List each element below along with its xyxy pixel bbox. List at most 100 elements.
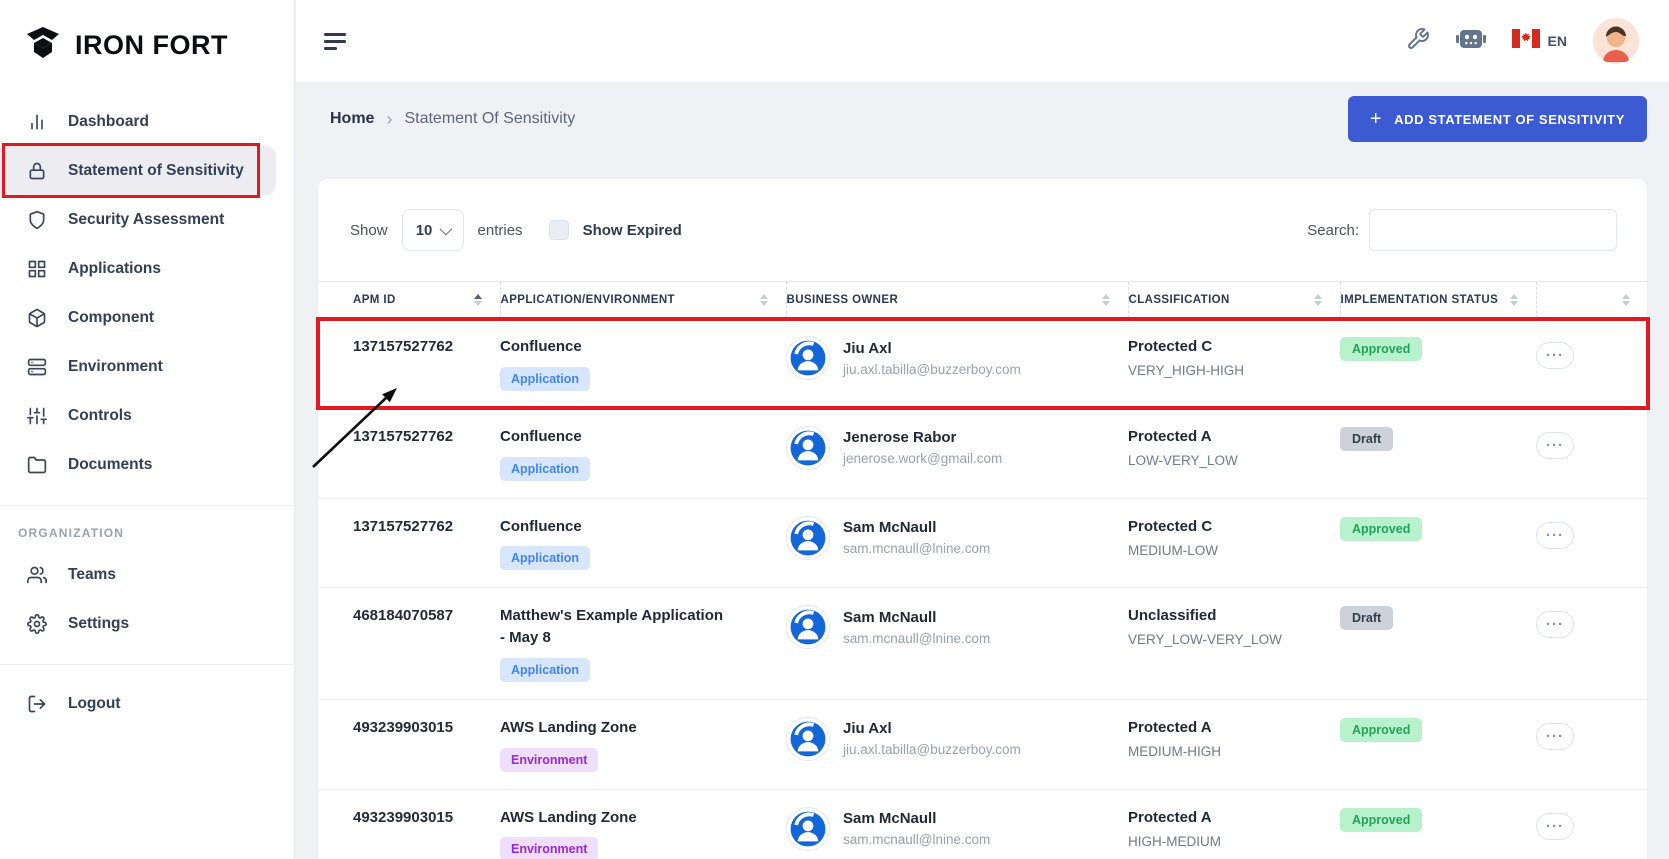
classification-level: MEDIUM-LOW xyxy=(1128,543,1330,558)
classification: Protected C xyxy=(1128,336,1330,355)
type-badge: Environment xyxy=(500,748,598,772)
wrench-icon[interactable] xyxy=(1406,27,1430,56)
owner-name: Sam McNaull xyxy=(843,609,990,626)
sort-icon[interactable] xyxy=(474,294,482,306)
sort-icon[interactable] xyxy=(1102,294,1110,306)
user-avatar[interactable] xyxy=(1593,18,1639,64)
sidebar-item-statement-of-sensitivity[interactable]: Statement of Sensitivity xyxy=(0,146,276,195)
show-label: Show xyxy=(350,222,388,239)
application-name: Matthew's Example Application - May 8 xyxy=(500,605,730,649)
business-owner-cell: Sam McNaull sam.mcnaull@lnine.com xyxy=(786,807,1118,851)
row-actions-button[interactable]: ··· xyxy=(1536,723,1574,750)
classification-level: VERY_LOW-VERY_LOW xyxy=(1128,632,1330,647)
sidebar-item-label: Environment xyxy=(68,358,163,376)
classification: Protected A xyxy=(1128,807,1330,826)
table-row: 493239903015 AWS Landing Zone Environmen… xyxy=(318,789,1648,859)
classification-level: HIGH-MEDIUM xyxy=(1128,834,1330,849)
sort-icon[interactable] xyxy=(1314,294,1322,306)
sidebar-item-documents[interactable]: Documents xyxy=(0,440,276,489)
owner-name: Jiu Axl xyxy=(843,720,1021,737)
sidebar-item-label: Statement of Sensitivity xyxy=(68,162,244,180)
menu-icon[interactable] xyxy=(324,33,346,50)
add-statement-label: ADD STATEMENT OF SENSITIVITY xyxy=(1394,112,1625,127)
classification-level: LOW-VERY_LOW xyxy=(1128,453,1330,468)
canada-flag-icon xyxy=(1512,29,1540,53)
sidebar-item-label: Documents xyxy=(68,456,152,474)
sidebar-item-settings[interactable]: Settings xyxy=(0,599,276,648)
classification-level: MEDIUM-HIGH xyxy=(1128,744,1330,759)
sort-icon[interactable] xyxy=(1622,294,1630,306)
owner-name: Sam McNaull xyxy=(843,810,990,827)
entries-value: 10 xyxy=(416,222,433,239)
status-badge: Draft xyxy=(1340,606,1393,630)
column-header-business-owner[interactable]: BUSINESS OWNER xyxy=(786,282,1128,319)
sidebar-item-controls[interactable]: Controls xyxy=(0,391,276,440)
classification-level: VERY_HIGH-HIGH xyxy=(1128,363,1330,378)
sidebar-item-label: Security Assessment xyxy=(68,211,224,229)
search-input[interactable] xyxy=(1369,209,1617,251)
type-badge: Application xyxy=(500,658,590,682)
owner-avatar-icon xyxy=(786,426,830,470)
sidebar-item-applications[interactable]: Applications xyxy=(0,244,276,293)
sort-icon[interactable] xyxy=(760,294,768,306)
robot-icon[interactable] xyxy=(1456,26,1486,57)
sidebar-nav: Dashboard Statement of Sensitivity Secur… xyxy=(0,97,294,489)
apm-id: 493239903015 xyxy=(353,717,490,736)
add-statement-button[interactable]: + ADD STATEMENT OF SENSITIVITY xyxy=(1348,96,1647,142)
breadcrumb-home-link[interactable]: Home xyxy=(330,110,374,128)
business-owner-cell: Jiu Axl jiu.axl.tabilla@buzzerboy.com xyxy=(786,336,1118,380)
column-header-apm-id[interactable]: APM ID xyxy=(318,282,500,319)
sidebar-item-component[interactable]: Component xyxy=(0,293,276,342)
sidebar-item-label: Teams xyxy=(68,566,116,584)
type-badge: Application xyxy=(500,457,590,481)
column-header-implementation-status[interactable]: IMPLEMENTATION STATUS xyxy=(1340,282,1536,319)
row-actions-button[interactable]: ··· xyxy=(1536,432,1574,459)
owner-avatar-icon xyxy=(786,717,830,761)
sidebar: IRON FORT Dashboard Statement of Sensiti… xyxy=(0,0,295,859)
show-expired-checkbox[interactable] xyxy=(549,220,569,240)
application-name: Confluence xyxy=(500,336,730,358)
column-header-actions xyxy=(1536,282,1648,319)
entries-select[interactable]: 10 xyxy=(402,209,464,251)
column-header-classification[interactable]: CLASSIFICATION xyxy=(1128,282,1340,319)
language-selector[interactable]: EN xyxy=(1512,29,1567,53)
status-badge: Approved xyxy=(1340,718,1422,742)
apm-id: 137157527762 xyxy=(353,516,490,535)
sort-icon[interactable] xyxy=(1510,294,1518,306)
table-row: 493239903015 AWS Landing Zone Environmen… xyxy=(318,699,1648,789)
sidebar-item-environment[interactable]: Environment xyxy=(0,342,276,391)
column-header-application-environment[interactable]: APPLICATION/ENVIRONMENT xyxy=(500,282,786,319)
owner-email: jiu.axl.tabilla@buzzerboy.com xyxy=(843,362,1021,377)
owner-email: sam.mcnaull@lnine.com xyxy=(843,541,990,556)
table-row: 137157527762 Confluence Application Jiu … xyxy=(318,319,1648,409)
users-icon xyxy=(26,564,48,586)
chevron-down-icon xyxy=(440,222,453,235)
sidebar-section-organization: ORGANIZATION xyxy=(0,506,294,550)
table-header-row: APM ID APPLICATION/ENVIRONMENT BUSINESS … xyxy=(318,282,1648,319)
row-actions-button[interactable]: ··· xyxy=(1536,342,1574,369)
cube-icon xyxy=(26,307,48,329)
status-badge: Draft xyxy=(1340,427,1393,451)
row-actions-button[interactable]: ··· xyxy=(1536,813,1574,840)
owner-name: Jiu Axl xyxy=(843,340,1021,357)
table-row: 137157527762 Confluence Application Jene… xyxy=(318,408,1648,498)
grid-icon xyxy=(26,258,48,280)
sidebar-item-logout[interactable]: Logout xyxy=(0,679,276,728)
sidebar-item-dashboard[interactable]: Dashboard xyxy=(0,97,276,146)
business-owner-cell: Jiu Axl jiu.axl.tabilla@buzzerboy.com xyxy=(786,717,1118,761)
row-actions-button[interactable]: ··· xyxy=(1536,611,1574,638)
plus-icon: + xyxy=(1370,109,1382,129)
shield-icon xyxy=(26,209,48,231)
brand-logo[interactable]: IRON FORT xyxy=(0,0,294,87)
type-badge: Application xyxy=(500,367,590,391)
table-row: 137157527762 Confluence Application Sam … xyxy=(318,498,1648,588)
main-content: Home › Statement Of Sensitivity + ADD ST… xyxy=(296,82,1669,859)
apm-id: 468184070587 xyxy=(353,605,490,624)
entries-label: entries xyxy=(478,222,523,239)
sidebar-item-security-assessment[interactable]: Security Assessment xyxy=(0,195,276,244)
row-actions-button[interactable]: ··· xyxy=(1536,522,1574,549)
server-icon xyxy=(26,356,48,378)
folder-icon xyxy=(26,454,48,476)
brand-name: IRON FORT xyxy=(75,30,228,61)
sidebar-item-teams[interactable]: Teams xyxy=(0,550,276,599)
